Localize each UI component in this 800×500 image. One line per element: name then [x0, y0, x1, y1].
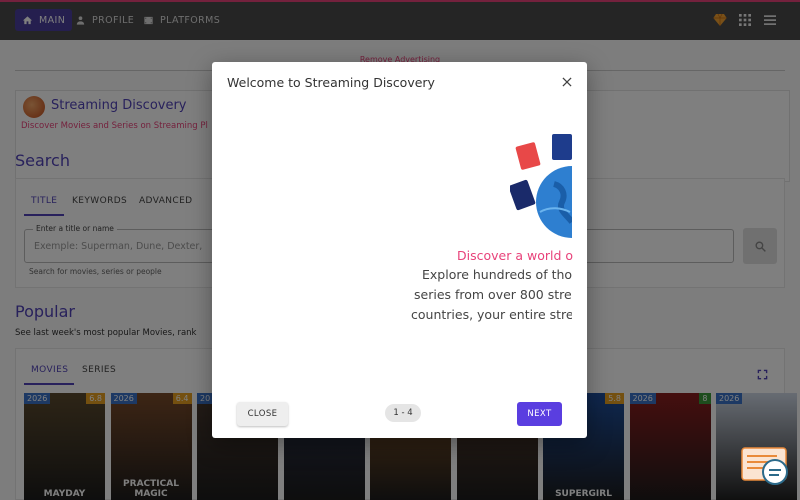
- slide-body: Explore hundreds of tho series from over…: [402, 262, 572, 332]
- close-button[interactable]: CLOSE: [237, 402, 288, 426]
- dialog-title: Welcome to Streaming Discovery: [227, 75, 435, 90]
- help-widget-icon[interactable]: [741, 446, 791, 488]
- slide-line: countries, your entire stre: [411, 307, 572, 322]
- slide-heading: Discover a world o: [457, 248, 574, 263]
- slide-line: series from over 800 stre: [414, 287, 572, 302]
- globe-illustration: [510, 132, 572, 242]
- slide-line: Explore hundreds of tho: [422, 267, 572, 282]
- step-indicator: 1 - 4: [385, 404, 421, 422]
- welcome-dialog: Welcome to Streaming Discovery Discover …: [212, 62, 587, 438]
- close-icon[interactable]: [560, 75, 574, 89]
- next-button[interactable]: NEXT: [517, 402, 562, 426]
